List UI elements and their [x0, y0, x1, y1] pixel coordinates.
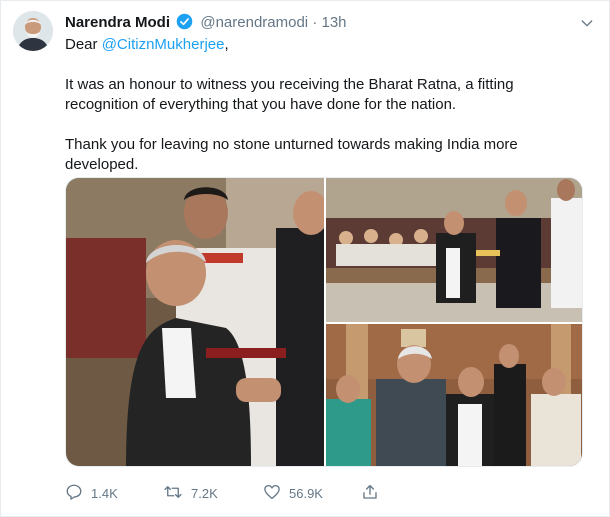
photo-medal-presentation[interactable] — [326, 178, 582, 322]
share-button[interactable] — [361, 483, 387, 504]
timestamp[interactable]: 13h — [322, 14, 347, 31]
share-icon — [361, 483, 387, 504]
reply-count: 1.4K — [91, 486, 118, 501]
like-count: 56.9K — [289, 486, 323, 501]
retweet-icon — [163, 483, 191, 504]
author-name[interactable]: Narendra Modi — [65, 14, 170, 31]
chevron-down-icon[interactable] — [579, 15, 595, 36]
author-avatar[interactable] — [13, 11, 53, 51]
retweet-button[interactable]: 7.2K — [163, 483, 218, 504]
heart-icon — [263, 483, 289, 504]
author-handle[interactable]: @narendramodi — [200, 14, 308, 31]
paragraph-one: It was an honour to witness you receivin… — [65, 76, 514, 113]
verified-badge-icon — [176, 13, 193, 36]
media-grid — [65, 177, 583, 467]
photo-greeting-group[interactable] — [326, 324, 582, 466]
reply-icon — [65, 483, 91, 504]
action-bar: 1.4K 7.2K 56.9K — [65, 483, 525, 505]
retweet-count: 7.2K — [191, 486, 218, 501]
paragraph-two: Thank you for leaving no stone unturned … — [65, 136, 518, 173]
greeting-text: Dear — [65, 36, 102, 53]
tweet-text: Dear @CitiznMukherjee, It was an honour … — [65, 35, 585, 175]
like-button[interactable]: 56.9K — [263, 483, 323, 504]
mention-link[interactable]: @CitiznMukherjee — [102, 36, 225, 53]
photo-award-handshake[interactable] — [66, 178, 324, 466]
separator-dot: · — [312, 14, 318, 31]
tweet-card[interactable]: Narendra Modi @narendramodi · 13h Dear @… — [0, 0, 610, 517]
reply-button[interactable]: 1.4K — [65, 483, 118, 504]
greeting-line: Dear @CitiznMukherjee, — [65, 35, 585, 55]
tweet-header: Narendra Modi @narendramodi · 13h — [65, 13, 347, 36]
greeting-punctuation: , — [224, 36, 229, 53]
